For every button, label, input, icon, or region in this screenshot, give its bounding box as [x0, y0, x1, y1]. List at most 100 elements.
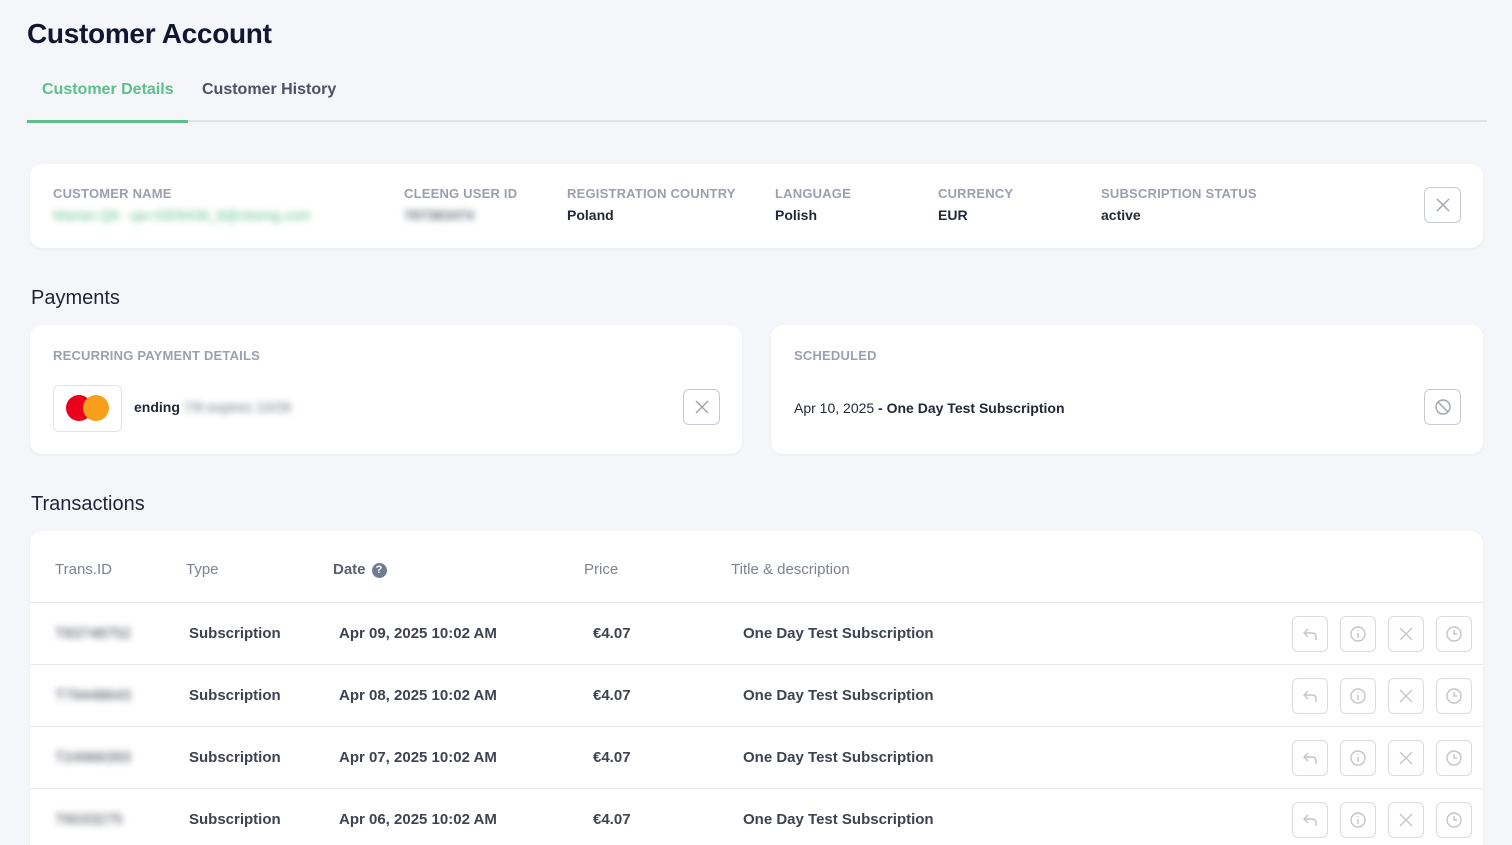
- clock-icon: [1446, 688, 1462, 704]
- close-icon: [1436, 198, 1449, 212]
- status-label: SUBSCRIPTION STATUS: [1101, 186, 1257, 201]
- status-field: SUBSCRIPTION STATUS active: [1101, 186, 1257, 223]
- info-icon: [1350, 688, 1366, 704]
- column-header-date[interactable]: Date?: [333, 561, 387, 578]
- refund-icon: [1303, 628, 1317, 640]
- transactions-table: Trans.ID Type Date? Price Title & descri…: [30, 531, 1483, 845]
- history-button[interactable]: [1436, 678, 1472, 714]
- refund-icon: [1303, 814, 1317, 826]
- cancel-circle-icon: [1434, 399, 1451, 415]
- clock-icon: [1446, 812, 1462, 828]
- card-number-masked: 7/9 expires 10/26: [183, 399, 292, 415]
- language-value: Polish: [775, 207, 818, 223]
- cancel-transaction-button[interactable]: [1388, 740, 1424, 776]
- cancel-scheduled-button[interactable]: [1424, 389, 1461, 425]
- scheduled-entry: Apr 10, 2025 - One Day Test Subscription: [794, 400, 1065, 416]
- price-cell: €4.07: [593, 687, 631, 704]
- info-button[interactable]: [1340, 802, 1376, 838]
- currency-label: CURRENCY: [938, 186, 1014, 201]
- history-button[interactable]: [1436, 616, 1472, 652]
- customer-info-card: CUSTOMER NAME Marian Q8 - qa+3309436_8@c…: [30, 164, 1483, 248]
- tab-customer-history[interactable]: Customer History: [202, 66, 336, 122]
- language-label: LANGUAGE: [775, 186, 851, 201]
- info-button[interactable]: [1340, 740, 1376, 776]
- user-id-value: 787383474: [404, 207, 475, 223]
- column-header-price[interactable]: Price: [584, 561, 618, 578]
- info-icon: [1350, 626, 1366, 642]
- card-info: ending 7/9 expires 10/26: [134, 399, 291, 415]
- refund-icon: [1303, 752, 1317, 764]
- table-row[interactable]: T6033275 Subscription Apr 06, 2025 10:02…: [30, 788, 1483, 845]
- title-cell: One Day Test Subscription: [743, 811, 934, 828]
- currency-value: EUR: [938, 207, 968, 223]
- customer-name-field: CUSTOMER NAME Marian Q8 - qa+3309436_8@c…: [53, 186, 310, 223]
- date-cell: Apr 09, 2025 10:02 AM: [339, 625, 497, 642]
- title-cell: One Day Test Subscription: [743, 687, 934, 704]
- trans-id-cell: T24966393: [55, 749, 131, 766]
- type-cell: Subscription: [189, 749, 281, 766]
- column-header-trans-id[interactable]: Trans.ID: [55, 561, 112, 578]
- column-header-date-label: Date: [333, 561, 366, 578]
- close-icon: [695, 400, 708, 414]
- scheduled-card: SCHEDULED Apr 10, 2025 - One Day Test Su…: [771, 325, 1483, 454]
- title-cell: One Day Test Subscription: [743, 749, 934, 766]
- refund-button[interactable]: [1292, 802, 1328, 838]
- transactions-section-title: Transactions: [31, 493, 145, 515]
- remove-payment-method-button[interactable]: [683, 389, 720, 425]
- country-label: REGISTRATION COUNTRY: [567, 186, 736, 201]
- table-row[interactable]: T83748752 Subscription Apr 09, 2025 10:0…: [30, 602, 1483, 664]
- cancel-transaction-button[interactable]: [1388, 616, 1424, 652]
- clock-icon: [1446, 626, 1462, 642]
- refund-icon: [1303, 690, 1317, 702]
- date-cell: Apr 08, 2025 10:02 AM: [339, 687, 497, 704]
- info-icon: [1350, 812, 1366, 828]
- refund-button[interactable]: [1292, 678, 1328, 714]
- customer-name-value: Marian Q8 - qa+3309436_8@cleeng.com: [53, 207, 311, 223]
- trans-id-cell: T79448643: [55, 687, 131, 704]
- cancel-transaction-button[interactable]: [1388, 678, 1424, 714]
- scheduled-date: Apr 10, 2025: [794, 400, 875, 416]
- type-cell: Subscription: [189, 687, 281, 704]
- trans-id-cell: T6033275: [55, 811, 123, 828]
- tab-customer-details[interactable]: Customer Details: [27, 66, 188, 123]
- close-icon: [1399, 689, 1413, 703]
- date-cell: Apr 07, 2025 10:02 AM: [339, 749, 497, 766]
- recurring-payment-label: RECURRING PAYMENT DETAILS: [53, 348, 260, 363]
- history-button[interactable]: [1436, 740, 1472, 776]
- scheduled-label: SCHEDULED: [794, 348, 877, 363]
- clock-icon: [1446, 750, 1462, 766]
- payments-section-title: Payments: [31, 287, 120, 309]
- refund-button[interactable]: [1292, 740, 1328, 776]
- help-icon[interactable]: ?: [371, 563, 387, 578]
- date-cell: Apr 06, 2025 10:02 AM: [339, 811, 497, 828]
- price-cell: €4.07: [593, 625, 631, 642]
- trans-id-cell: T83748752: [55, 625, 131, 642]
- close-icon: [1399, 627, 1413, 641]
- price-cell: €4.07: [593, 749, 631, 766]
- info-icon: [1350, 750, 1366, 766]
- table-row[interactable]: T79448643 Subscription Apr 08, 2025 10:0…: [30, 664, 1483, 726]
- cancel-transaction-button[interactable]: [1388, 802, 1424, 838]
- table-row[interactable]: T24966393 Subscription Apr 07, 2025 10:0…: [30, 726, 1483, 788]
- close-account-button[interactable]: [1424, 187, 1461, 223]
- type-cell: Subscription: [189, 811, 281, 828]
- card-ending-label: ending: [134, 399, 180, 415]
- column-header-title[interactable]: Title & description: [731, 561, 850, 578]
- info-button[interactable]: [1340, 616, 1376, 652]
- language-field: LANGUAGE Polish: [775, 186, 851, 223]
- price-cell: €4.07: [593, 811, 631, 828]
- page-title: Customer Account: [27, 18, 272, 49]
- user-id-field: CLEENG USER ID 787383474: [404, 186, 517, 223]
- column-header-type[interactable]: Type: [186, 561, 219, 578]
- info-button[interactable]: [1340, 678, 1376, 714]
- currency-field: CURRENCY EUR: [938, 186, 1013, 223]
- close-icon: [1399, 751, 1413, 765]
- recurring-payment-card: RECURRING PAYMENT DETAILS ending 7/9 exp…: [30, 325, 742, 454]
- history-button[interactable]: [1436, 802, 1472, 838]
- refund-button[interactable]: [1292, 616, 1328, 652]
- country-field: REGISTRATION COUNTRY Poland: [567, 186, 736, 223]
- tab-bar: Customer Details Customer History: [27, 66, 1487, 123]
- type-cell: Subscription: [189, 625, 281, 642]
- mastercard-logo: [53, 385, 122, 432]
- customer-name-label: CUSTOMER NAME: [53, 186, 172, 201]
